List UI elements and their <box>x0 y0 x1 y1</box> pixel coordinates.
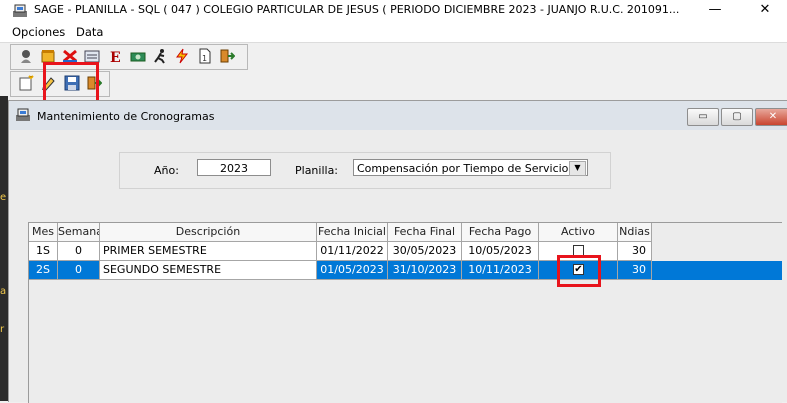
cell-mes[interactable]: 1S <box>29 242 58 261</box>
planilla-label: Planilla: <box>295 164 339 177</box>
child-close-button[interactable]: ✕ <box>755 108 787 126</box>
money-icon[interactable] <box>130 48 146 64</box>
cell-fecha-final[interactable]: 31/10/2023 <box>388 261 462 280</box>
app-icon <box>13 4 27 17</box>
year-input[interactable]: 2023 <box>197 159 271 176</box>
close-button[interactable]: ✕ <box>745 0 785 22</box>
cell-semana[interactable]: 0 <box>58 242 100 261</box>
menu-bar: Opciones Data <box>0 22 787 43</box>
cronogramas-window: Mantenimiento de Cronogramas ▭ ▢ ✕ Año: … <box>8 100 787 403</box>
year-label: Año: <box>154 164 179 177</box>
cell-fecha-pago[interactable]: 10/11/2023 <box>462 261 539 280</box>
selection-fill <box>652 261 782 280</box>
new-icon[interactable] <box>18 75 34 91</box>
cell-ndias[interactable]: 30 <box>618 261 652 280</box>
cell-ndias[interactable]: 30 <box>618 242 652 261</box>
menu-data[interactable]: Data <box>76 25 103 39</box>
header-mes[interactable]: Mes <box>29 223 58 242</box>
header-activo[interactable]: Activo <box>539 223 618 242</box>
app-icon <box>16 108 30 121</box>
app-title-bar: SAGE - PLANILLA - SQL ( 047 ) COLEGIO PA… <box>0 0 787 22</box>
runner-icon[interactable] <box>152 48 168 64</box>
strip-text: e <box>0 192 7 203</box>
svg-text:1: 1 <box>202 54 207 63</box>
strip-text: r <box>0 324 5 335</box>
planilla-value: Compensación por Tiempo de Servicio <box>357 162 569 175</box>
highlight-box-activo <box>557 255 601 287</box>
cell-semana[interactable]: 0 <box>58 261 100 280</box>
header-fecha-final[interactable]: Fecha Final <box>388 223 462 242</box>
filter-panel: Año: 2023 Planilla: Compensación por Tie… <box>119 152 611 189</box>
cell-descripcion[interactable]: SEGUNDO SEMESTRE <box>100 261 317 280</box>
minimize-button[interactable]: — <box>695 0 735 22</box>
person-icon[interactable] <box>18 48 34 64</box>
lightning-icon[interactable] <box>174 48 190 64</box>
header-descripcion[interactable]: Descripción <box>100 223 317 242</box>
header-fecha-inicial[interactable]: Fecha Inicial <box>317 223 388 242</box>
background-strip: e a r <box>0 96 8 401</box>
child-title-bar: Mantenimiento de Cronogramas ▭ ▢ ✕ <box>9 101 787 130</box>
child-restore-button[interactable]: ▢ <box>721 108 753 126</box>
chevron-down-icon[interactable]: ▼ <box>569 161 586 176</box>
e-icon[interactable]: E <box>108 48 124 64</box>
cell-descripcion[interactable]: PRIMER SEMESTRE <box>100 242 317 261</box>
child-title: Mantenimiento de Cronogramas <box>37 110 215 123</box>
cronogramas-grid: Mes Semana Descripción Fecha Inicial Fec… <box>28 222 782 403</box>
strip-text: a <box>0 286 7 297</box>
cell-fecha-inicial[interactable]: 01/11/2022 <box>317 242 388 261</box>
cell-fecha-pago[interactable]: 10/05/2023 <box>462 242 539 261</box>
cell-mes[interactable]: 2S <box>29 261 58 280</box>
exit-icon[interactable] <box>219 48 235 64</box>
cell-fecha-inicial[interactable]: 01/05/2023 <box>317 261 388 280</box>
planilla-select[interactable]: Compensación por Tiempo de Servicio ▼ <box>353 159 588 176</box>
header-semana[interactable]: Semana <box>58 223 100 242</box>
menu-opciones[interactable]: Opciones <box>12 25 65 39</box>
svg-text:E: E <box>110 50 121 64</box>
header-fecha-pago[interactable]: Fecha Pago <box>462 223 539 242</box>
header-ndias[interactable]: Ndias <box>618 223 652 242</box>
document-icon[interactable]: 1 <box>197 48 213 64</box>
child-minimize-button[interactable]: ▭ <box>687 108 719 126</box>
cell-fecha-final[interactable]: 30/05/2023 <box>388 242 462 261</box>
app-title: SAGE - PLANILLA - SQL ( 047 ) COLEGIO PA… <box>34 3 680 16</box>
